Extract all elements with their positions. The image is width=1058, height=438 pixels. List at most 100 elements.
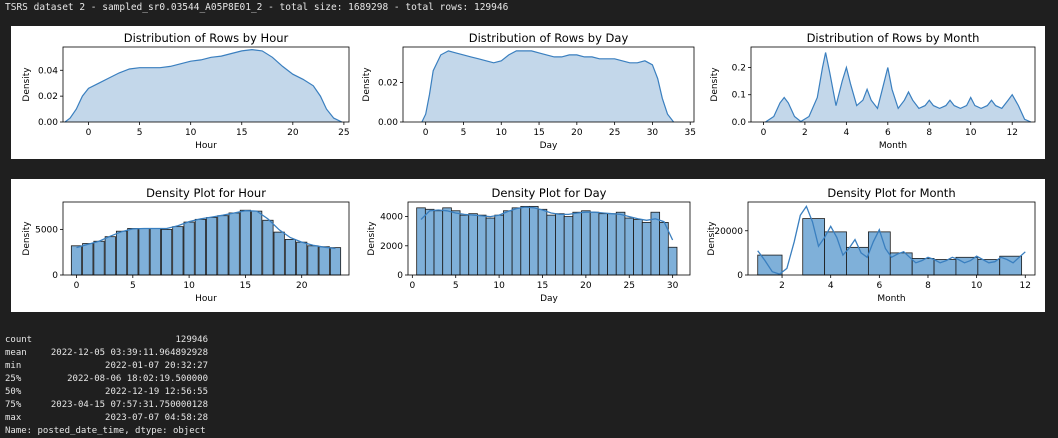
histogram-bar: [615, 211, 626, 276]
histogram-bar: [318, 246, 330, 276]
kde-area: [65, 49, 342, 122]
histogram-bar: [172, 226, 184, 276]
y-axis-label: Density: [22, 221, 32, 256]
chart-title: Density Plot for Hour: [146, 186, 266, 200]
histogram-bar: [442, 207, 452, 276]
stat-row-count: count 129946: [5, 334, 208, 347]
histogram-bar: [239, 209, 251, 276]
stat-value: 2023-04-15 07:57:31.750000128: [50, 400, 208, 410]
x-tick-label: 0: [86, 128, 92, 138]
stat-value: 2022-12-19 12:56:55: [105, 387, 208, 397]
y-tick-label: 0: [52, 271, 58, 281]
stat-row-50: 50% 2022-12-19 12:56:55: [5, 386, 208, 399]
kde-chart: Distribution of Rows by Hour 0 5 10 15 20 25 0.…: [22, 31, 350, 151]
x-tick-label: 8: [925, 281, 931, 291]
histogram-bar: [307, 245, 319, 276]
histogram-bar: [296, 241, 308, 276]
stat-row-mean: mean 2022-12-05 03:39:11.964892928: [5, 347, 208, 360]
histogram-bar: [329, 247, 342, 276]
histogram-charts-svg: Density Plot for Hour0 5 10 15 2005000HourDe…: [22, 186, 1036, 304]
histogram-bar: [572, 211, 582, 276]
y-tick-label: 4000: [380, 213, 403, 223]
histogram-chart: Density Plot for Month 2 4 6 8 10 12 0 20000 Mont…: [707, 186, 1036, 304]
x-tick-label: 35: [684, 128, 695, 138]
histogram-bar: [494, 214, 504, 276]
y-tick-label: 0.2: [732, 63, 746, 73]
histogram-bar: [284, 239, 297, 276]
histogram-bar: [581, 210, 591, 276]
kde-chart: Distribution of Rows by Month 0 2 4 6 8 10 12 0.…: [710, 31, 1036, 151]
stat-footer: Name: posted_date_time, dtype: object: [5, 426, 206, 436]
x-tick-label: 12: [1006, 128, 1017, 138]
kde-charts-svg: Distribution of Rows by Hour0 5 10 15 20 250.…: [22, 31, 1036, 151]
histogram-bar: [194, 218, 206, 276]
describe-output: count 129946 mean 2022-12-05 03:39:11.96…: [5, 334, 208, 438]
histogram-chart: Density Plot for Hour 0 5 10 15 20 0 5000 Hour De…: [22, 186, 350, 304]
kde-chart: Distribution of Rows by Day 0 5 10 15 20 25 30 3…: [362, 31, 696, 151]
y-tick-label: 0.04: [38, 66, 58, 76]
histogram-bar: [607, 213, 617, 276]
histogram-bar: [115, 230, 128, 276]
x-tick-label: 20: [571, 128, 583, 138]
x-tick-label: 5: [461, 128, 467, 138]
stat-row-max: max 2023-07-07 04:58:28: [5, 412, 208, 425]
x-axis-label: Hour: [195, 294, 217, 304]
stat-key: min: [5, 361, 22, 371]
x-tick-label: 20: [296, 281, 308, 291]
histogram-bar: [598, 213, 608, 276]
stat-row-min: min 2022-01-07 20:32:27: [5, 360, 208, 373]
histogram-bar: [563, 216, 574, 276]
x-tick-label: 15: [236, 128, 247, 138]
x-tick-label: 30: [647, 128, 659, 138]
x-tick-label: 20: [580, 281, 592, 291]
x-axis-label: Day: [540, 141, 558, 151]
x-tick-label: 30: [667, 281, 679, 291]
histogram-bar: [624, 217, 635, 276]
histogram-bar: [977, 259, 1001, 276]
histogram-bar: [82, 243, 94, 276]
y-tick-label: 0: [397, 271, 403, 281]
histogram-bar: [206, 217, 218, 276]
y-axis-label: Density: [710, 67, 720, 102]
x-tick-label: 5: [453, 281, 459, 291]
histogram-bar: [485, 217, 496, 276]
x-tick-label: 15: [240, 281, 251, 291]
histogram-bar: [667, 246, 678, 276]
x-tick-label: 5: [130, 281, 136, 291]
x-tick-label: 10: [183, 281, 195, 291]
stat-key: 75%: [5, 400, 22, 410]
stat-key: count: [5, 335, 33, 345]
y-tick-label: 2000: [380, 242, 403, 252]
x-tick-label: 5: [137, 128, 143, 138]
chart-title: Distribution of Rows by Month: [807, 31, 980, 45]
stat-value: 2022-08-06 18:02:19.500000: [67, 374, 208, 384]
x-axis-label: Hour: [195, 141, 217, 151]
x-tick-label: 15: [537, 281, 548, 291]
x-tick-label: 10: [496, 128, 508, 138]
x-tick-label: 25: [338, 128, 349, 138]
x-tick-label: 25: [609, 128, 620, 138]
x-tick-label: 10: [493, 281, 505, 291]
x-tick-label: 6: [885, 128, 891, 138]
histogram-bar: [911, 258, 935, 276]
histogram-bar: [511, 207, 522, 276]
histogram-bar: [999, 255, 1023, 276]
histogram-bar: [555, 213, 565, 276]
x-tick-label: 0: [409, 281, 415, 291]
histogram-bar: [217, 215, 229, 276]
kde-area: [765, 52, 1031, 122]
stat-value: 129946: [175, 335, 208, 345]
histogram-chart: Density Plot for Day 0 5 10 15 20 25 30 0 2000 400…: [367, 186, 691, 304]
x-tick-label: 25: [624, 281, 635, 291]
x-axis-label: Month: [877, 294, 905, 304]
histogram-bar: [93, 240, 105, 276]
histogram-bar: [138, 228, 150, 276]
histogram-bar: [70, 245, 83, 276]
stat-value: 2022-12-05 03:39:11.964892928: [50, 348, 208, 358]
histogram-bar: [477, 214, 487, 276]
y-tick-label: 0.1: [732, 91, 746, 101]
y-axis-label: Density: [707, 221, 717, 256]
x-tick-label: 0: [423, 128, 429, 138]
kde-area: [421, 50, 674, 122]
histogram-bar: [589, 211, 600, 276]
